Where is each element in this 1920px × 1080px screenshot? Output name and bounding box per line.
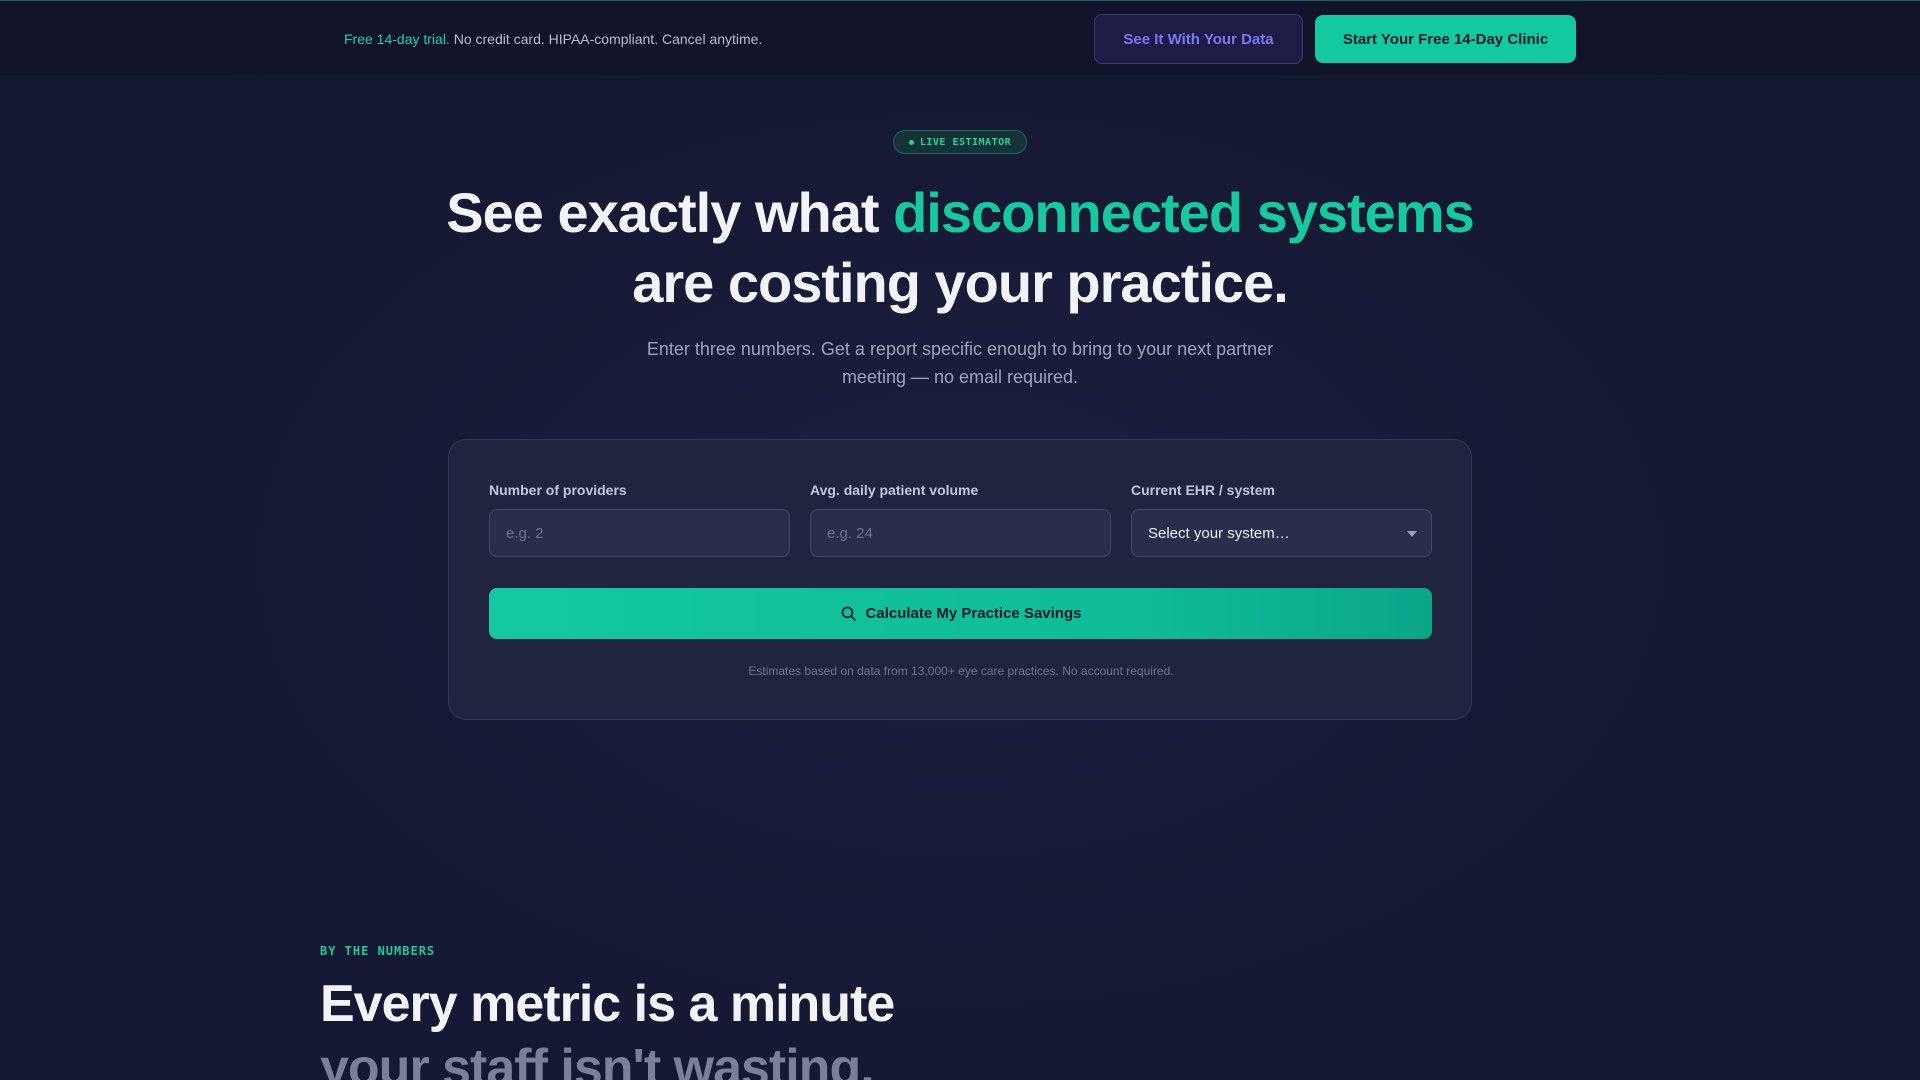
trial-message: Free 14-day trial. No credit card. HIPAA… [344, 31, 762, 47]
trial-highlight: Free 14-day trial. [344, 31, 450, 47]
start-free-trial-button[interactable]: Start Your Free 14-Day Clinic [1315, 15, 1576, 63]
badge-label: LIVE ESTIMATOR [919, 136, 1012, 148]
hero-title: See exactly what disconnected systems ar… [360, 178, 1560, 318]
calculate-label: Calculate My Practice Savings [865, 605, 1082, 622]
section-title: Every metric is a minute your staff isn'… [320, 972, 1120, 1080]
live-dot-icon [908, 139, 914, 145]
page: Free 14-day trial. No credit card. HIPAA… [0, 0, 1920, 1080]
hero-title-part2: are costing your practice. [632, 251, 1289, 314]
trial-details: No credit card. HIPAA-compliant. Cancel … [449, 31, 763, 47]
volume-field: Avg. daily patient volume [810, 482, 1111, 557]
live-estimator-badge: LIVE ESTIMATOR [893, 130, 1027, 154]
section-title-line1: Every metric is a minute [320, 975, 895, 1033]
hero-subtitle: Enter three numbers. Get a report specif… [646, 339, 1274, 387]
providers-field: Number of providers [489, 482, 790, 557]
providers-label: Number of providers [489, 482, 627, 498]
ehr-label: Current EHR / system [1131, 482, 1275, 498]
ehr-select[interactable]: Select your system… [1131, 509, 1432, 557]
estimator-note: Estimates based on data from 13,000+ eye… [748, 664, 1174, 678]
volume-label: Avg. daily patient volume [810, 482, 979, 498]
providers-input[interactable] [489, 509, 790, 557]
calculate-savings-button[interactable]: Calculate My Practice Savings [489, 588, 1432, 639]
see-with-your-data-button[interactable]: See It With Your Data [1094, 14, 1303, 64]
chevron-down-icon [1407, 531, 1417, 537]
ehr-field: Current EHR / system Select your system… [1131, 482, 1432, 557]
patient-volume-input[interactable] [810, 509, 1111, 557]
hero-title-part1: See exactly what [446, 181, 894, 244]
hero-title-highlight: disconnected systems [893, 181, 1475, 244]
ehr-selected-value: Select your system… [1148, 524, 1290, 542]
section-title-line2: your staff isn't wasting. [320, 1039, 875, 1080]
top-banner: Free 14-day trial. No credit card. HIPAA… [0, 0, 1920, 75]
section-eyebrow: BY THE NUMBERS [320, 944, 436, 958]
estimator-card: Number of providers Avg. daily patient v… [448, 439, 1472, 720]
search-icon [841, 606, 856, 621]
